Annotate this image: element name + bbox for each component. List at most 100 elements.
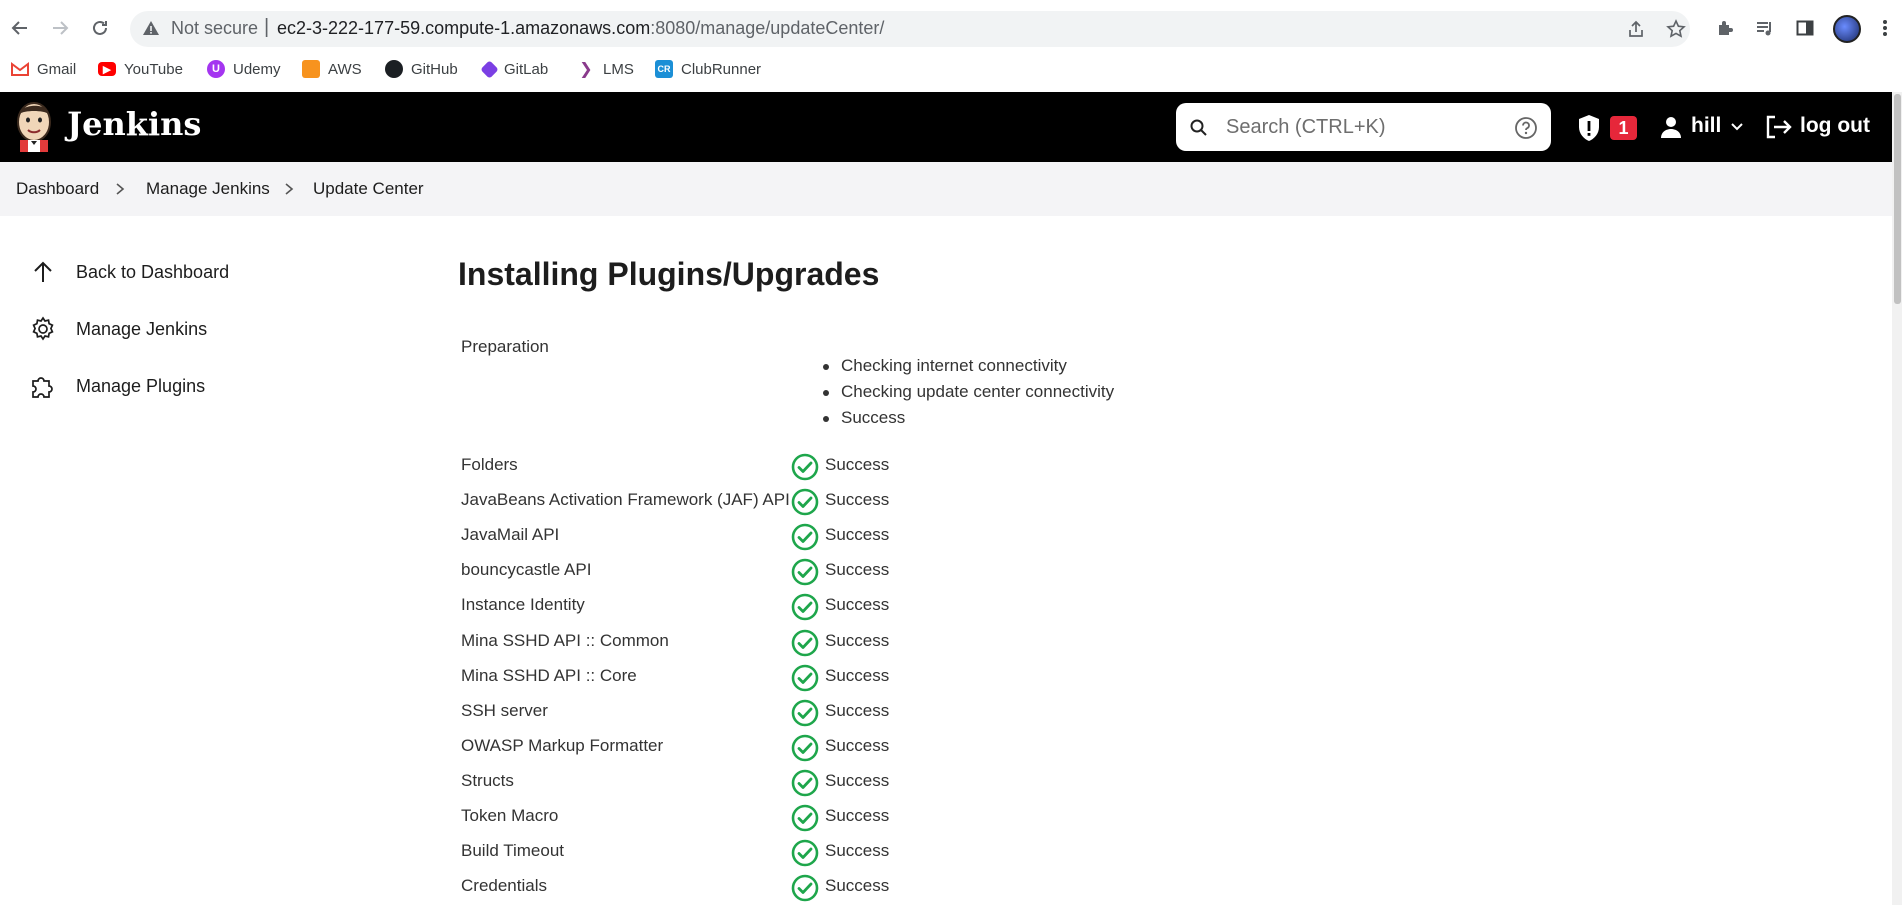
app-title[interactable]: Jenkins [67, 105, 201, 143]
sidebar-item-label: Manage Plugins [76, 375, 206, 396]
plugin-name: bouncycastle API [461, 560, 592, 579]
check-circle-icon [791, 593, 819, 621]
check-circle-icon [791, 874, 819, 902]
plugin-status: Success [825, 560, 890, 579]
plugin-name: Build Timeout [461, 841, 564, 860]
back-icon[interactable] [6, 14, 34, 42]
table-row: OWASP Markup Formatter Success [461, 730, 1161, 765]
user-menu[interactable]: hill [1691, 114, 1721, 138]
bookmark-aws[interactable]: AWS [302, 58, 362, 80]
logout-link[interactable]: log out [1800, 114, 1870, 138]
preparation-steps: Checking internet connectivity Checking … [822, 353, 1114, 431]
table-row: Structs Success [461, 765, 1161, 800]
plugin-name: Structs [461, 771, 514, 790]
profile-avatar[interactable] [1833, 15, 1861, 43]
browser-menu-icon[interactable] [1872, 15, 1898, 41]
jenkins-header [0, 92, 1892, 162]
check-circle-icon [791, 804, 819, 832]
plugin-status: Success [825, 701, 890, 720]
forward-icon[interactable] [46, 14, 74, 42]
check-circle-icon [791, 523, 819, 551]
omnibox-divider: | [264, 16, 270, 38]
check-circle-icon [791, 769, 819, 797]
bookmark-label: AWS [328, 60, 362, 78]
plugin-status: Success [825, 631, 890, 650]
breadcrumb-dashboard[interactable]: Dashboard [16, 179, 99, 199]
sidebar-item-label: Manage Jenkins [76, 318, 208, 339]
sidebar-item-label: Back to Dashboard [76, 261, 230, 282]
table-row: SSH server Success [461, 695, 1161, 730]
help-icon[interactable] [1514, 116, 1538, 140]
search-input[interactable] [1226, 112, 1496, 142]
alert-count-badge[interactable]: 1 [1610, 116, 1637, 140]
plugin-name: JavaMail API [461, 525, 560, 544]
table-row: Build Timeout Success [461, 835, 1161, 870]
bookmark-label: YouTube [124, 60, 183, 78]
bookmark-gitlab[interactable]: GitLab [480, 58, 549, 80]
gear-icon [30, 316, 56, 342]
bookmark-github[interactable]: GitHub [385, 58, 458, 80]
extensions-icon[interactable] [1712, 15, 1738, 41]
check-circle-icon [791, 734, 819, 762]
arrow-up-icon [30, 259, 56, 285]
bookmark-clubrunner[interactable]: CR ClubRunner [655, 58, 761, 80]
table-row: Mina SSHD API :: Common Success [461, 625, 1161, 660]
preparation-label: Preparation [461, 337, 549, 356]
url-text[interactable]: ec2-3-222-177-59.compute-1.amazonaws.com… [277, 18, 884, 39]
table-row: Instance Identity Success [461, 589, 1161, 624]
udemy-icon: U [207, 60, 225, 78]
bookmark-label: GitLab [504, 60, 549, 78]
warning-icon[interactable] [142, 19, 162, 39]
plugin-status: Success [825, 736, 890, 755]
user-icon[interactable] [1659, 115, 1683, 139]
lms-icon: ❯ [579, 61, 593, 78]
github-icon [385, 60, 403, 78]
url-host: ec2-3-222-177-59.compute-1.amazonaws.com [277, 18, 651, 38]
bookmark-label: Gmail [37, 60, 77, 78]
bookmarks-bar [0, 58, 1902, 92]
breadcrumb-update-center[interactable]: Update Center [313, 179, 424, 199]
breadcrumb-manage-jenkins[interactable]: Manage Jenkins [146, 179, 270, 199]
jenkins-logo-icon[interactable] [14, 100, 54, 152]
clubrunner-icon: CR [655, 60, 673, 78]
bookmark-gmail[interactable]: Gmail [11, 58, 76, 80]
gmail-icon [11, 60, 29, 78]
sidebar-item-back-to-dashboard[interactable]: Back to Dashboard [30, 252, 229, 292]
check-circle-icon [791, 488, 819, 516]
table-row: Credentials Success [461, 870, 1161, 905]
list-item: Checking internet connectivity [822, 353, 1114, 379]
chevron-right-icon [283, 182, 295, 196]
plugin-name: Token Macro [461, 806, 559, 825]
bookmark-star-icon[interactable] [1664, 17, 1688, 41]
media-queue-icon[interactable] [1752, 15, 1778, 41]
plugin-status: Success [825, 806, 890, 825]
chevron-down-icon[interactable] [1729, 119, 1745, 135]
page-title: Installing Plugins/Upgrades [458, 256, 880, 292]
bookmark-label: ClubRunner [681, 60, 762, 78]
plugin-status: Success [825, 876, 890, 895]
plugin-status: Success [825, 525, 890, 544]
bookmark-udemy[interactable]: U Udemy [207, 58, 281, 80]
list-item: Success [822, 405, 1114, 431]
list-item: Checking update center connectivity [822, 379, 1114, 405]
bookmark-youtube[interactable]: ▶ YouTube [98, 58, 183, 80]
check-circle-icon [791, 664, 819, 692]
check-circle-icon [791, 453, 819, 481]
reload-icon[interactable] [86, 14, 114, 42]
logout-icon[interactable] [1765, 114, 1793, 140]
security-shield-icon[interactable] [1577, 114, 1601, 142]
bookmark-label: LMS [603, 60, 634, 78]
check-circle-icon [791, 629, 819, 657]
table-row: JavaMail API Success [461, 519, 1161, 554]
plugin-status: Success [825, 455, 890, 474]
gitlab-icon [480, 59, 499, 79]
security-label: Not secure [171, 18, 259, 38]
check-circle-icon [791, 558, 819, 586]
share-icon[interactable] [1624, 17, 1648, 41]
scrollbar-thumb[interactable] [1894, 94, 1901, 304]
side-panel-icon[interactable] [1792, 15, 1818, 41]
sidebar-item-manage-jenkins[interactable]: Manage Jenkins [30, 309, 207, 349]
bookmark-lms[interactable]: ❯ LMS [577, 58, 634, 80]
aws-icon [302, 60, 320, 78]
sidebar-item-manage-plugins[interactable]: Manage Plugins [30, 366, 205, 406]
